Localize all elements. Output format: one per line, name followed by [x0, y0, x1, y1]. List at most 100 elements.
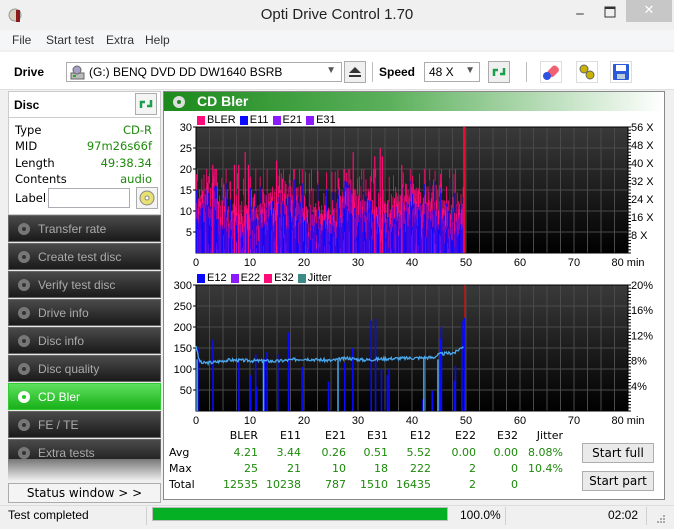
stats-cell: 2	[469, 478, 476, 491]
e12-bar	[454, 366, 457, 411]
start-full-button[interactable]: Start full	[582, 443, 654, 463]
menu-help[interactable]: Help	[145, 33, 170, 47]
e12-bar	[461, 320, 463, 411]
e12-bar	[287, 332, 290, 411]
refresh-speed-button[interactable]	[488, 61, 510, 83]
nav-item-label: Transfer rate	[38, 222, 107, 236]
disc-test-icon	[18, 447, 30, 459]
x-tick-label: 70	[568, 415, 580, 427]
y2-tick-label: 12%	[631, 330, 653, 342]
stats-cell: 10238	[266, 478, 301, 491]
erase-button[interactable]	[540, 61, 562, 83]
stats-cell: 0	[511, 478, 518, 491]
e12-bar	[463, 317, 466, 411]
x-tick-label: 60	[514, 257, 526, 269]
stats-row-label: Total	[169, 478, 195, 491]
toolbar-separator	[372, 62, 373, 82]
stats-cell: 2	[469, 462, 476, 475]
nav-item-create-test-disc[interactable]: Create test disc	[8, 243, 161, 270]
eject-button[interactable]	[344, 61, 366, 83]
nav-item-label: Drive info	[38, 306, 89, 320]
status-separator	[646, 507, 647, 525]
bler-peak-bar	[379, 148, 381, 253]
y-tick-label: 100	[174, 364, 192, 376]
disc-title: Disc	[14, 98, 40, 112]
e12-bar	[380, 369, 383, 411]
maximize-button[interactable]	[602, 6, 618, 22]
stats-cell: 5.52	[406, 446, 432, 459]
read-label-button[interactable]	[136, 187, 158, 209]
stats-cell: 0.51	[363, 446, 389, 459]
progress-percent: 100.0%	[460, 508, 501, 522]
e12-bar	[386, 375, 389, 411]
y2-tick-label: 32 X	[631, 176, 654, 188]
menu-file[interactable]: File	[12, 33, 31, 47]
stats-cell: 787	[325, 478, 346, 491]
stats-col-header: BLER	[229, 429, 258, 442]
bler-peak-bar	[401, 164, 403, 253]
stats-cell: 10.4%	[528, 462, 563, 475]
progress-bar	[152, 507, 448, 521]
label-key: Label	[15, 191, 47, 205]
speed-select[interactable]: 48 X ▼	[424, 62, 480, 82]
menu-start-test[interactable]: Start test	[46, 33, 94, 47]
y-tick-label: 25	[180, 143, 192, 155]
resize-grip-icon[interactable]	[656, 514, 666, 524]
stats-cell: 3.44	[276, 446, 302, 459]
save-button[interactable]	[610, 61, 632, 83]
y2-tick-label: 56 X	[631, 122, 654, 134]
stats-col-header: E21	[325, 429, 346, 442]
y-tick-label: 50	[180, 385, 192, 397]
minimize-button[interactable]: ‒	[572, 6, 588, 22]
x-tick-label: 40	[406, 257, 418, 269]
e12-bar	[440, 327, 443, 411]
e12-bar	[238, 360, 240, 411]
y-tick-label: 30	[180, 122, 192, 134]
stats-col-header: E11	[280, 429, 301, 442]
settings-button[interactable]	[576, 61, 598, 83]
nav-item-cd-bler[interactable]: CD Bler	[8, 383, 161, 410]
disc-test-icon	[18, 223, 30, 235]
start-part-button[interactable]: Start part	[582, 471, 654, 491]
nav-item-verify-test-disc[interactable]: Verify test disc	[8, 271, 161, 298]
stats-col-header: E31	[367, 429, 388, 442]
menu-extra[interactable]: Extra	[106, 33, 134, 47]
x-tick-label: 20	[298, 257, 310, 269]
disc-test-icon	[18, 335, 30, 347]
nav-item-disc-info[interactable]: Disc info	[8, 327, 161, 354]
e12-bar	[277, 354, 279, 411]
nav-item-drive-info[interactable]: Drive info	[8, 299, 161, 326]
bler-peak-bar	[233, 164, 235, 253]
close-button[interactable]: ✕	[626, 0, 672, 22]
bler-peak-bar	[238, 164, 240, 253]
refresh-icon	[139, 100, 153, 108]
disc-refresh-button[interactable]	[135, 93, 157, 115]
x-tick-label: 20	[298, 415, 310, 427]
e12-bar	[255, 386, 258, 411]
speed-label: Speed	[379, 65, 416, 79]
y2-tick-label: 20%	[631, 280, 653, 292]
drive-select[interactable]: (G:) BENQ DVD DD DW1640 BSRB ▼	[66, 62, 342, 82]
stats-cell: 0.00	[451, 446, 477, 459]
stats-row-label: Max	[169, 462, 192, 475]
e12-bar	[250, 375, 252, 411]
speed-value: 48 X	[429, 65, 454, 79]
nav-item-fe-te[interactable]: FE / TE	[8, 411, 161, 438]
stats-cell: 18	[374, 462, 388, 475]
save-icon	[613, 64, 629, 80]
nav-item-disc-quality[interactable]: Disc quality	[8, 355, 161, 382]
c1-error-chart: 5 10 15 20 25 30 0 10 20 30 40 50 60 70 80 min 8 X 16 X 2…	[180, 122, 655, 269]
stats-cell: 0.26	[321, 446, 347, 459]
nav-item-label: CD Bler	[38, 390, 81, 404]
e12-bar	[212, 339, 214, 411]
status-window-button[interactable]: Status window > >	[8, 483, 161, 503]
nav-item-transfer-rate[interactable]: Transfer rate	[8, 215, 161, 242]
status-separator	[505, 507, 506, 525]
stats-cell: 8.08%	[528, 446, 563, 459]
label-input[interactable]	[48, 188, 130, 208]
disc-test-icon	[18, 391, 30, 403]
y-tick-label: 20	[180, 164, 192, 176]
x-tick-label: 30	[352, 415, 364, 427]
y-tick-label: 150	[174, 343, 192, 355]
eject-icon	[349, 67, 361, 77]
